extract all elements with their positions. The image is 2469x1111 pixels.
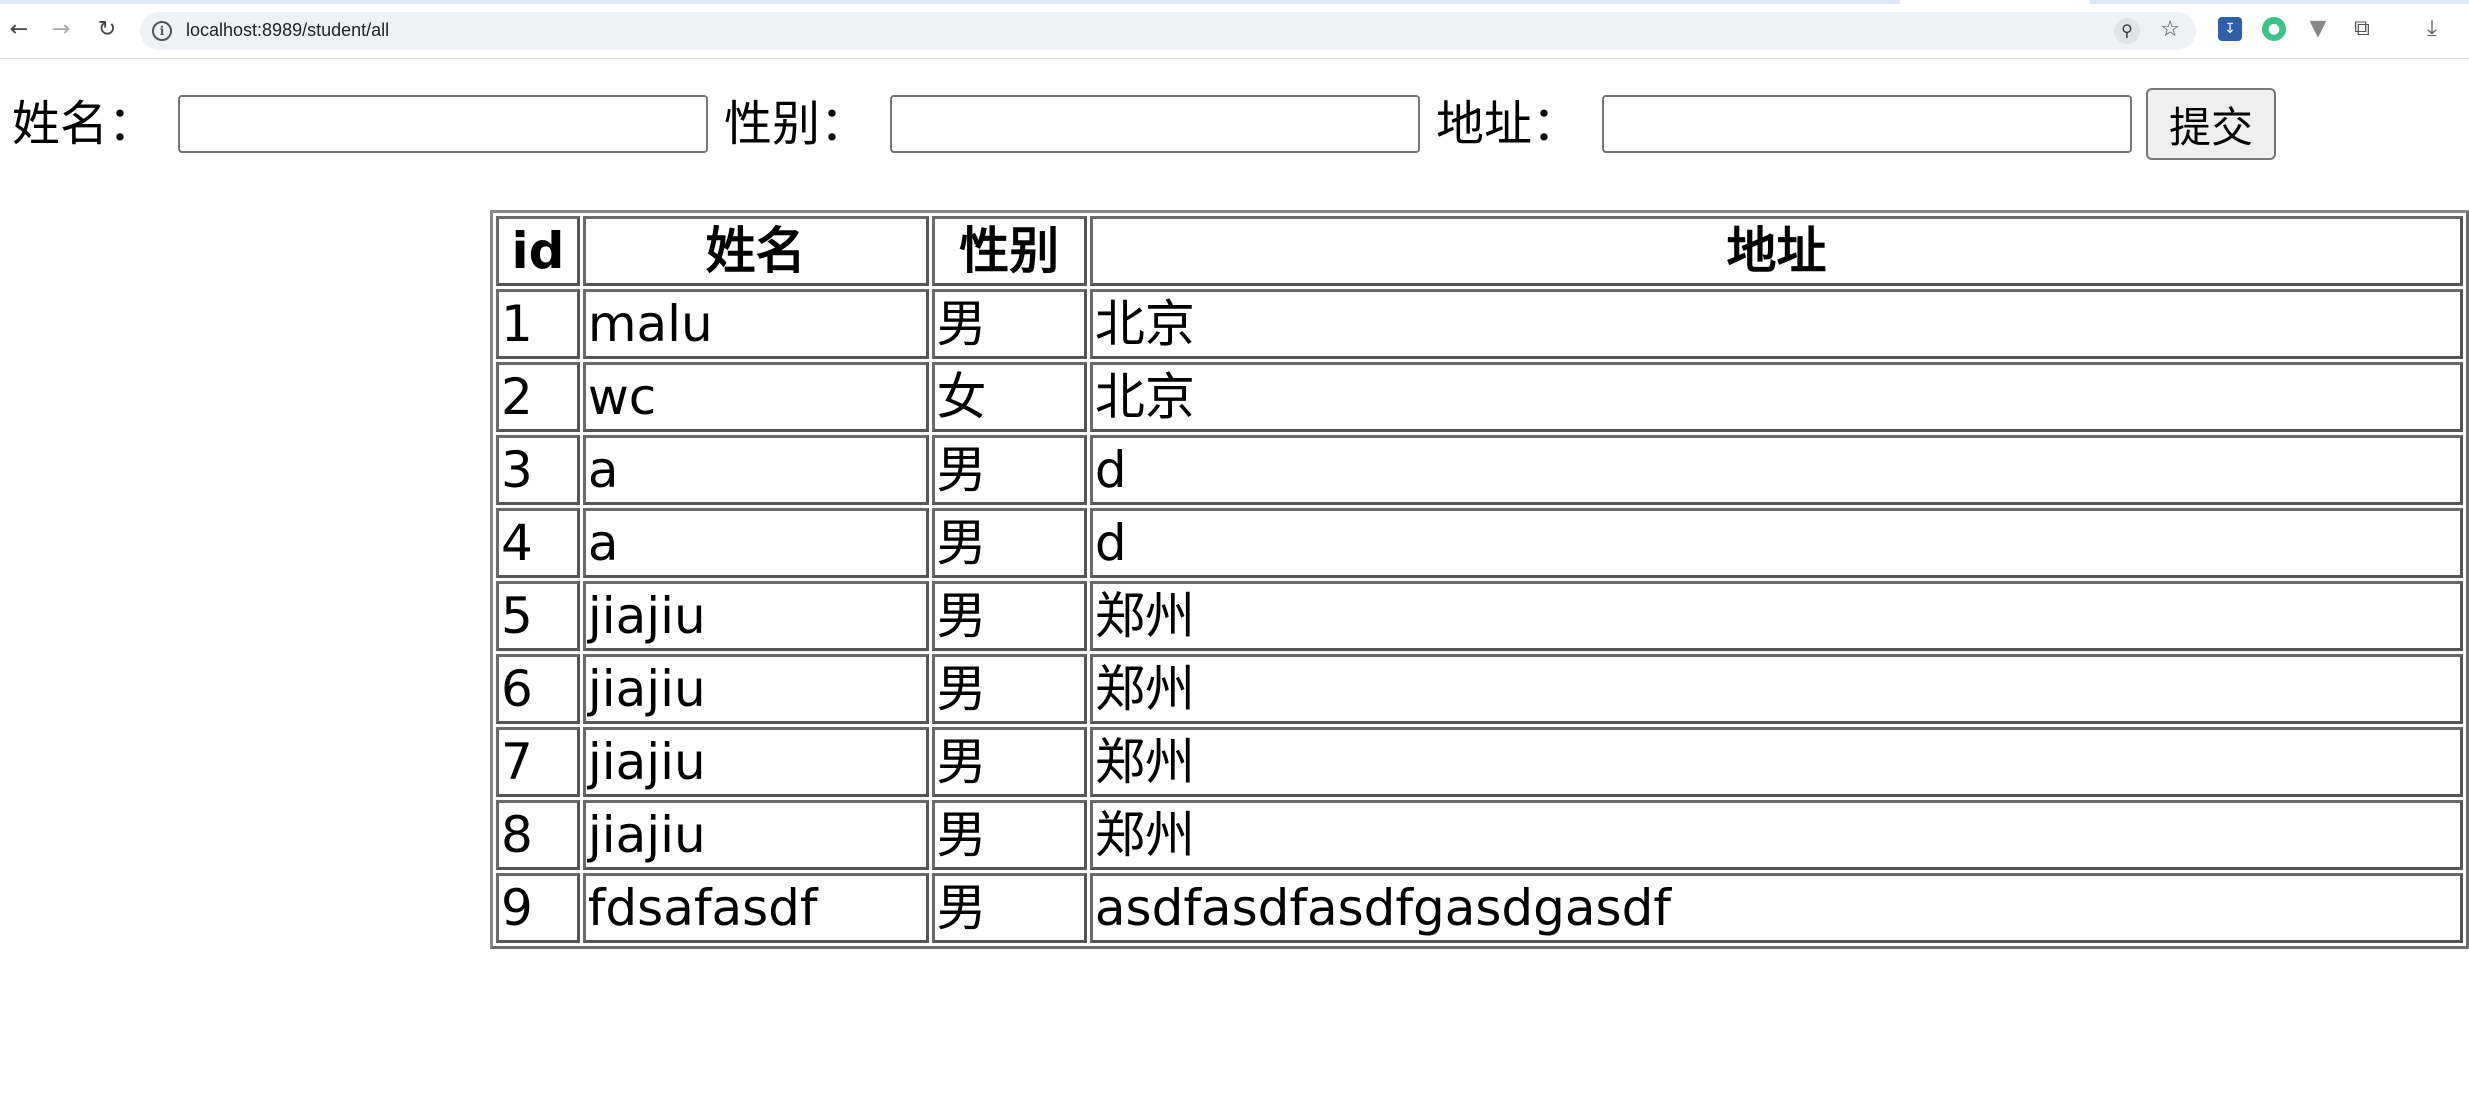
cell-name: wc [582, 362, 929, 432]
cell-address: 郑州 [1089, 800, 2463, 870]
cell-address: d [1089, 508, 2463, 578]
cell-id: 5 [496, 581, 580, 651]
table-row: 9 fdsafasdf 男 asdfasdfasdfgasdgasdf [496, 873, 2463, 943]
extensions-puzzle-icon[interactable]: ⧉ [2350, 17, 2374, 41]
site-info-icon[interactable]: i [152, 21, 172, 41]
loading-bar-right [2090, 0, 2469, 4]
submit-button[interactable]: 提交 [2146, 88, 2277, 160]
cell-id: 3 [496, 435, 580, 505]
name-label: 姓名： [12, 96, 157, 152]
student-form: 姓名： 性别： 地址： 提交 [12, 88, 2277, 160]
downloads-icon[interactable]: ⤓ [2420, 17, 2444, 41]
cell-gender: 女 [931, 362, 1087, 432]
cell-id: 7 [496, 727, 580, 797]
cell-name: jiajiu [582, 581, 929, 651]
column-header-address: 地址 [1089, 216, 2463, 286]
cell-name: jiajiu [582, 800, 929, 870]
table-row: 6 jiajiu 男 郑州 [496, 654, 2463, 724]
name-input[interactable] [178, 95, 709, 153]
table-row: 4 a 男 d [496, 508, 2463, 578]
column-header-id: id [496, 216, 580, 286]
address-bar[interactable]: i localhost:8989/student/all ⚲ ☆ [140, 12, 2196, 50]
gender-input[interactable] [890, 95, 1421, 153]
cell-id: 4 [496, 508, 580, 578]
cell-address: asdfasdfasdfgasdgasdf [1089, 873, 2463, 943]
cell-address: 郑州 [1089, 581, 2463, 651]
cell-id: 8 [496, 800, 580, 870]
cell-address: 北京 [1089, 362, 2463, 432]
cell-address: 北京 [1089, 289, 2463, 359]
table-row: 5 jiajiu 男 郑州 [496, 581, 2463, 651]
student-table: id 姓名 性别 地址 1 malu 男 北京 2 wc 女 北京 3 a 男 … [490, 210, 2469, 949]
cell-gender: 男 [931, 435, 1087, 505]
cell-id: 2 [496, 362, 580, 432]
cell-id: 9 [496, 873, 580, 943]
column-header-name: 姓名 [582, 216, 929, 286]
address-input[interactable] [1602, 95, 2133, 153]
cell-name: jiajiu [582, 654, 929, 724]
table-header-row: id 姓名 性别 地址 [496, 216, 2463, 286]
cell-gender: 男 [931, 289, 1087, 359]
cell-name: malu [582, 289, 929, 359]
cell-gender: 男 [931, 581, 1087, 651]
browser-toolbar: ← → ↻ i localhost:8989/student/all ⚲ ☆ ↧… [0, 0, 2469, 59]
cell-id: 1 [496, 289, 580, 359]
url-text[interactable]: localhost:8989/student/all [186, 20, 389, 41]
column-header-gender: 性别 [931, 216, 1087, 286]
cell-name: a [582, 508, 929, 578]
cell-name: jiajiu [582, 727, 929, 797]
reload-icon[interactable]: ↻ [92, 14, 122, 44]
download-extension-icon[interactable]: ↧ [2218, 17, 2242, 41]
cell-id: 6 [496, 654, 580, 724]
cell-gender: 男 [931, 873, 1087, 943]
cell-name: a [582, 435, 929, 505]
cell-name: fdsafasdf [582, 873, 929, 943]
table-row: 2 wc 女 北京 [496, 362, 2463, 432]
forward-arrow-icon[interactable]: → [46, 14, 76, 44]
cell-gender: 男 [931, 727, 1087, 797]
zoom-icon[interactable]: ⚲ [2114, 18, 2140, 44]
cell-gender: 男 [931, 654, 1087, 724]
address-label: 地址： [1436, 96, 1581, 152]
table-row: 3 a 男 d [496, 435, 2463, 505]
cell-address: 郑州 [1089, 654, 2463, 724]
cell-address: 郑州 [1089, 727, 2463, 797]
vue-extension-icon[interactable]: ▼ [2306, 17, 2330, 41]
back-arrow-icon[interactable]: ← [4, 14, 34, 44]
loading-bar [0, 0, 1900, 4]
table-row: 7 jiajiu 男 郑州 [496, 727, 2463, 797]
table-row: 1 malu 男 北京 [496, 289, 2463, 359]
cell-gender: 男 [931, 508, 1087, 578]
green-extension-icon[interactable]: ● [2262, 17, 2286, 41]
cell-gender: 男 [931, 800, 1087, 870]
table-row: 8 jiajiu 男 郑州 [496, 800, 2463, 870]
gender-label: 性别： [724, 96, 869, 152]
cell-address: d [1089, 435, 2463, 505]
bookmark-star-icon[interactable]: ☆ [2160, 17, 2180, 42]
